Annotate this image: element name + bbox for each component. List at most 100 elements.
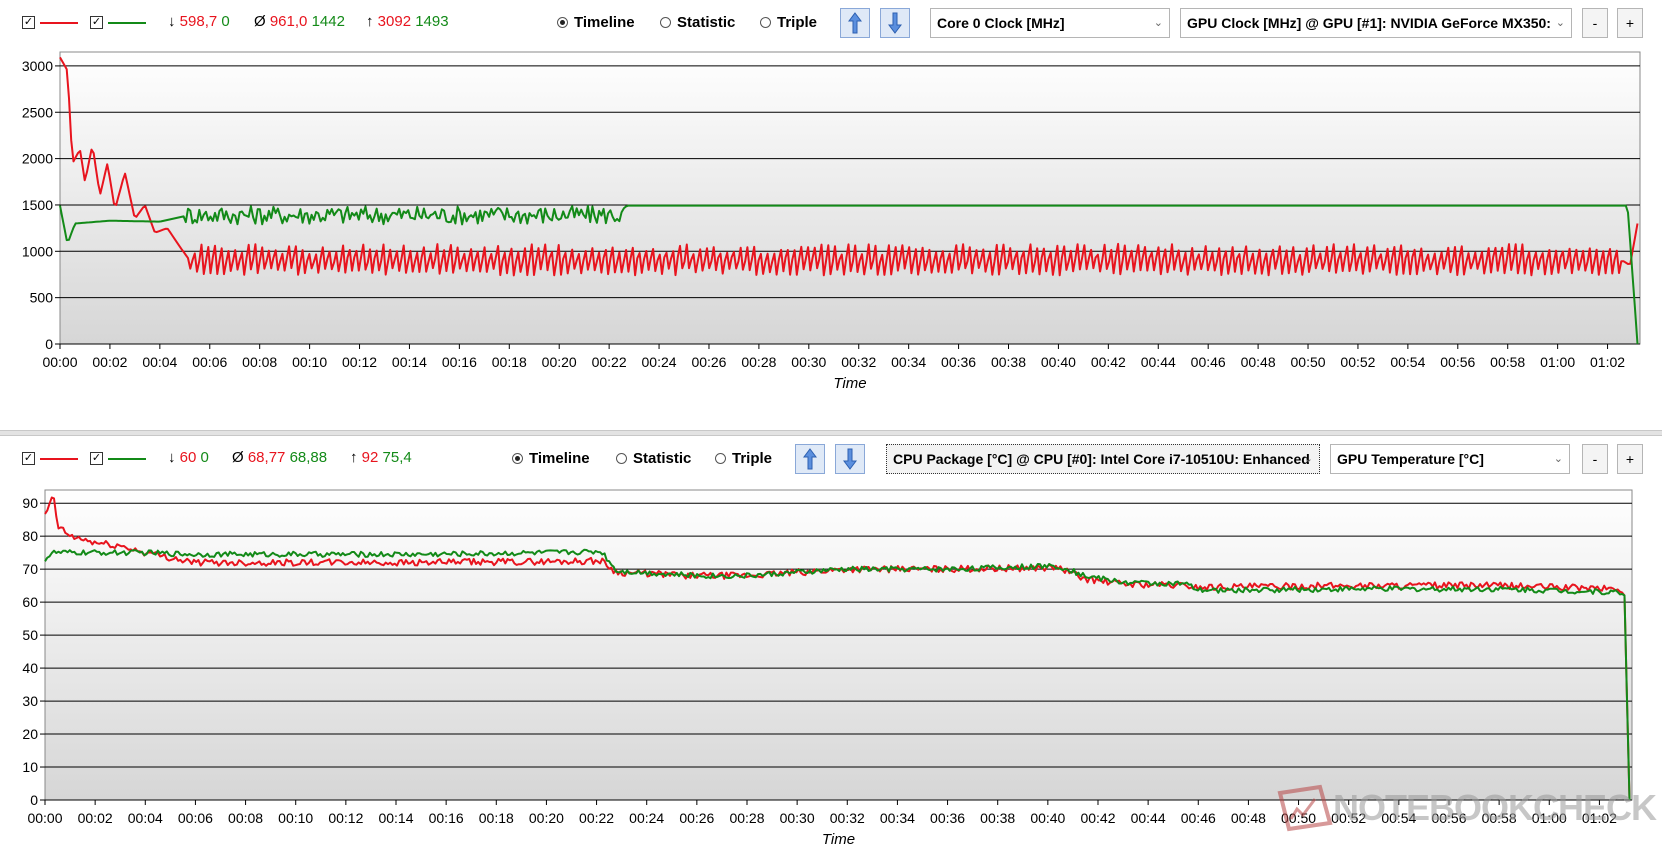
x-tick-label: 00:38	[980, 810, 1015, 826]
x-tick-label: 00:20	[529, 810, 564, 826]
avg-value-b: 68,88	[289, 449, 328, 466]
min-stat: ↓ 60 0	[168, 449, 209, 466]
x-tick-label: 00:46	[1181, 810, 1216, 826]
series-b-swatch	[108, 22, 146, 24]
x-tick-label: 00:42	[1080, 810, 1115, 826]
x-tick-label: 00:24	[629, 810, 664, 826]
x-tick-label: 00:36	[941, 354, 976, 370]
x-tick-label: 00:02	[78, 810, 113, 826]
zoom-in-button[interactable]: +	[1617, 8, 1643, 38]
chevron-down-icon: ⌄	[1153, 17, 1163, 29]
clock-chart: 0 500 1000 1500 2000 2500 3000 00:00 00:02 00:04 0…	[22, 51, 1641, 392]
max-value-b: 1493	[415, 13, 449, 30]
y-tick-label: 0	[30, 792, 38, 808]
y-tick-label: 0	[45, 336, 53, 352]
zoom-out-button[interactable]: -	[1582, 444, 1608, 474]
mode-label: Statistic	[633, 450, 692, 467]
mode-statistic-radio[interactable]: Statistic	[660, 14, 735, 31]
avg-icon: Ø	[232, 449, 244, 466]
mode-timeline-radio[interactable]: Timeline	[557, 14, 635, 31]
zoom-in-button[interactable]: +	[1617, 444, 1643, 474]
clock-chart-panel: ✓ ✓ ↓ 598,7 0 Ø 961,0 1442 ↑ 3092 1493 T…	[0, 0, 1662, 430]
move-up-button[interactable]	[795, 444, 825, 474]
x-tick-label: 00:28	[729, 810, 764, 826]
x-tick-label: 00:18	[479, 810, 514, 826]
avg-value-b: 1442	[311, 13, 345, 30]
min-value-b: 0	[221, 13, 230, 30]
x-tick-label: 00:06	[192, 354, 227, 370]
x-tick-label: 00:58	[1490, 354, 1525, 370]
radio-empty-icon	[760, 17, 771, 28]
min-value-a: 598,7	[179, 13, 218, 30]
x-tick-label: 00:12	[328, 810, 363, 826]
min-stat: ↓ 598,7 0	[168, 13, 230, 30]
sensor-b-value: GPU Temperature [°C]	[1337, 451, 1484, 467]
x-tick-label: 00:56	[1440, 354, 1475, 370]
radio-empty-icon	[616, 453, 627, 464]
move-down-button[interactable]	[835, 444, 865, 474]
x-tick-label: 00:50	[1291, 354, 1326, 370]
chart-toolbar: ✓ ✓ ↓ 598,7 0 Ø 961,0 1442 ↑ 3092 1493 T…	[0, 0, 1662, 44]
x-tick-label: 01:02	[1590, 354, 1625, 370]
x-tick-label: 00:22	[579, 810, 614, 826]
zoom-out-button[interactable]: -	[1582, 8, 1608, 38]
max-value-b: 75,4	[382, 449, 412, 466]
x-tick-label: 00:30	[791, 354, 826, 370]
sensor-a-select[interactable]: CPU Package [°C] @ CPU [#0]: Intel Core …	[886, 444, 1320, 474]
notebookcheck-logo-icon	[1277, 784, 1333, 832]
mode-timeline-radio[interactable]: Timeline	[512, 450, 590, 467]
min-icon: ↓	[168, 449, 176, 466]
x-tick-label: 00:48	[1241, 354, 1276, 370]
avg-value-a: 68,77	[247, 449, 286, 466]
sensor-b-select[interactable]: GPU Temperature [°C] ⌄	[1330, 444, 1570, 474]
y-tick-label: 500	[30, 290, 54, 306]
y-tick-label: 40	[22, 660, 38, 676]
arrow-down-icon	[888, 12, 902, 34]
series-a-checkbox[interactable]: ✓	[22, 16, 35, 29]
x-tick-label: 00:16	[429, 810, 464, 826]
sensor-a-select[interactable]: Core 0 Clock [MHz] ⌄	[930, 8, 1170, 38]
avg-stat: Ø 961,0 1442	[254, 13, 345, 30]
y-tick-label: 10	[22, 759, 38, 775]
x-tick-label: 00:06	[178, 810, 213, 826]
sensor-a-value: CPU Package [°C] @ CPU [#0]: Intel Core …	[893, 451, 1310, 467]
x-tick-label: 00:44	[1141, 354, 1176, 370]
chevron-down-icon: ⌄	[1303, 453, 1313, 465]
y-tick-label: 1500	[22, 197, 53, 213]
max-icon: ↑	[350, 449, 358, 466]
radio-empty-icon	[660, 17, 671, 28]
y-tick-label: 70	[22, 561, 38, 577]
x-tick-label: 00:02	[92, 354, 127, 370]
sensor-b-select[interactable]: GPU Clock [MHz] @ GPU [#1]: NVIDIA GeFor…	[1180, 8, 1572, 38]
move-down-button[interactable]	[880, 8, 910, 38]
x-tick-label: 00:22	[592, 354, 627, 370]
x-tick-label: 00:34	[880, 810, 915, 826]
x-tick-label: 00:00	[42, 354, 77, 370]
move-up-button[interactable]	[840, 8, 870, 38]
mode-statistic-radio[interactable]: Statistic	[616, 450, 691, 467]
avg-icon: Ø	[254, 13, 266, 30]
series-a-checkbox[interactable]: ✓	[22, 452, 35, 465]
avg-value-a: 961,0	[269, 13, 308, 30]
mode-triple-radio[interactable]: Triple	[715, 450, 772, 467]
chevron-down-icon: ⌄	[1553, 453, 1563, 465]
series-b-checkbox[interactable]: ✓	[90, 452, 103, 465]
x-tick-label: 00:48	[1231, 810, 1266, 826]
x-tick-label: 00:36	[930, 810, 965, 826]
x-tick-label: 00:14	[378, 810, 413, 826]
min-value-b: 0	[200, 449, 209, 466]
radio-empty-icon	[715, 453, 726, 464]
plot-area	[59, 51, 1641, 345]
y-tick-label: 3000	[22, 58, 53, 74]
y-tick-label: 2500	[22, 104, 53, 120]
x-tick-label: 00:04	[142, 354, 177, 370]
mode-triple-radio[interactable]: Triple	[760, 14, 817, 31]
max-value-a: 92	[361, 449, 379, 466]
x-axis-title: Time	[822, 831, 855, 848]
sensor-a-value: Core 0 Clock [MHz]	[937, 15, 1065, 31]
x-tick-label: 00:14	[392, 354, 427, 370]
series-b-checkbox[interactable]: ✓	[90, 16, 103, 29]
x-tick-label: 00:42	[1091, 354, 1126, 370]
x-tick-label: 00:32	[841, 354, 876, 370]
y-tick-label: 60	[22, 594, 38, 610]
